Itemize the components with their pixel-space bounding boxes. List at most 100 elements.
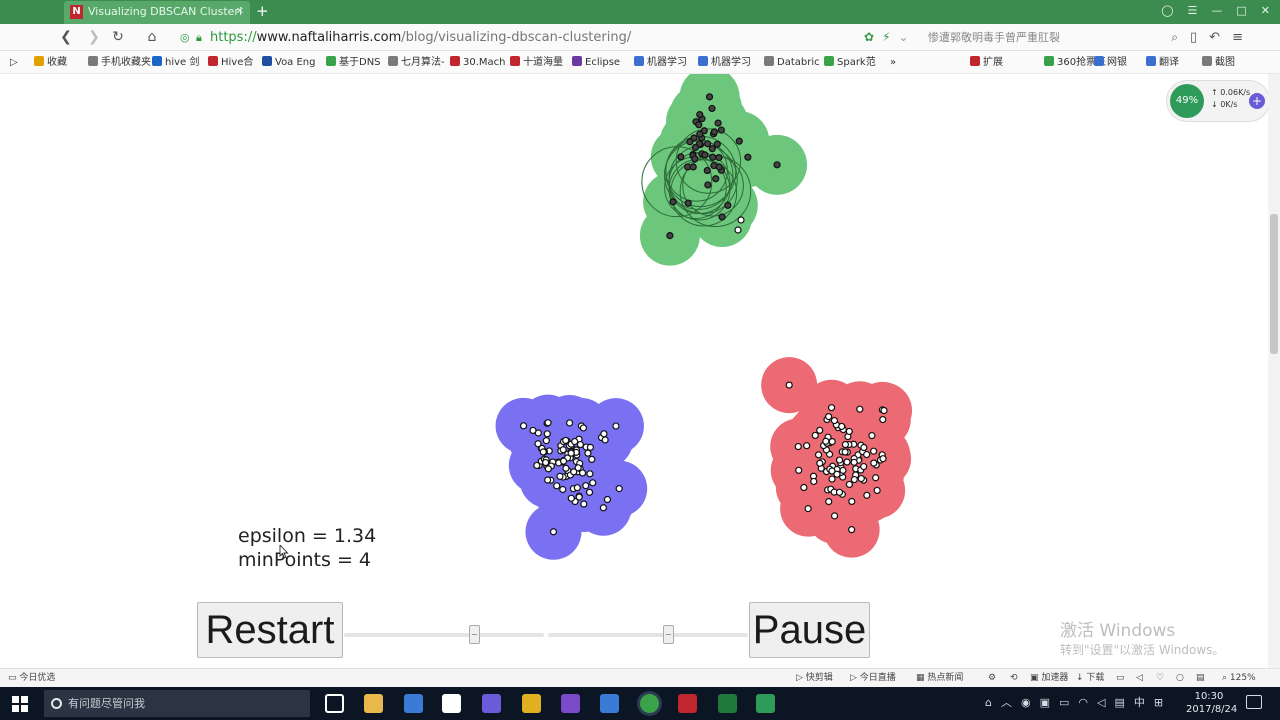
bookmark-item[interactable]: 七月算法-	[388, 56, 445, 70]
status-item-2[interactable]: ▷ 今日直播	[850, 669, 896, 687]
vertical-scrollbar[interactable]	[1268, 74, 1280, 668]
pause-button[interactable]: Pause	[749, 602, 870, 658]
bookmark-item[interactable]: Hive合	[208, 56, 253, 70]
new-tab-icon[interactable]: +	[256, 2, 269, 20]
skin-icon[interactable]: ◯	[1161, 2, 1173, 20]
bookmark-item[interactable]: Spark范	[824, 56, 876, 70]
status-item-1[interactable]: ▷ 快剪辑	[796, 669, 833, 687]
search-box[interactable]: 惨遭郭敬明毒手曾严重肛裂 ⌕	[922, 27, 1184, 48]
battery-icon[interactable]: ▭	[1059, 695, 1069, 711]
data-point	[580, 500, 588, 508]
excel-icon[interactable]	[718, 694, 737, 713]
scrollbar-thumb[interactable]	[1270, 214, 1278, 354]
compat-mode-icon[interactable]: ✿	[864, 27, 874, 48]
epsilon-slider[interactable]	[344, 625, 544, 644]
reload-icon[interactable]: ↻	[108, 27, 128, 47]
ime-mode-icon[interactable]: ⊞	[1154, 695, 1163, 711]
network-speed-widget[interactable]: 49% ↑ 0.06K/s ↓ 0K/s +	[1166, 80, 1270, 122]
bookmark-favicon-icon	[572, 56, 582, 66]
bookmark-item[interactable]: 机器学习	[698, 56, 751, 70]
cortana-search[interactable]: 有问题尽管问我	[44, 690, 310, 717]
bookmark-item[interactable]: Databric	[764, 56, 820, 70]
bookmarks-more-icon[interactable]: »	[890, 56, 896, 70]
bookmark-item[interactable]: 机器学习	[634, 56, 687, 70]
home-icon[interactable]: ⌂	[142, 27, 162, 47]
tab-close-icon[interactable]: ✕	[236, 1, 244, 23]
todays-picks[interactable]: ▭ 今日优选	[8, 669, 55, 687]
tray-app2-icon[interactable]: ▣	[1040, 695, 1050, 711]
data-point	[712, 175, 720, 183]
status-layout-icon[interactable]: ▤	[1196, 669, 1205, 687]
app-green-icon[interactable]	[756, 694, 775, 713]
minpoints-slider[interactable]	[548, 625, 748, 644]
windows-taskbar: 有问题尽管问我 ⌂ ︿ ◉ ▣ ▭ ◠ ◁ ▤ 中 ⊞ 10:30 2017/8…	[0, 687, 1280, 720]
notification-center-icon[interactable]	[1246, 695, 1262, 709]
tray-up-icon[interactable]: ︿	[1001, 695, 1012, 711]
wifi-icon[interactable]: ◠	[1078, 695, 1088, 711]
status-refresh-icon[interactable]: ⟲	[1010, 669, 1018, 687]
file-explorer-icon[interactable]	[364, 694, 383, 713]
forward-icon[interactable]: ❯	[84, 27, 104, 47]
data-point	[724, 201, 732, 209]
task-view-icon[interactable]	[325, 694, 344, 713]
minpoints-slider-handle[interactable]	[663, 625, 674, 644]
accelerator[interactable]: ▣ 加速器	[1030, 669, 1068, 687]
bookmark-item[interactable]: Voa Eng	[262, 56, 316, 70]
windows-start-icon[interactable]	[12, 696, 28, 712]
close-window-icon[interactable]: ✕	[1261, 2, 1270, 20]
bookmark-item[interactable]: 30.Mach	[450, 56, 506, 70]
volume-icon[interactable]: ◁	[1097, 695, 1105, 711]
keyboard-icon[interactable]: ▤	[1114, 695, 1124, 711]
search-icon[interactable]: ⌕	[1171, 27, 1178, 48]
undo-icon[interactable]: ↶	[1209, 27, 1220, 48]
download-value: 0K/s	[1220, 100, 1238, 109]
restart-button[interactable]: Restart	[197, 602, 343, 658]
maximize-icon[interactable]: □	[1236, 2, 1246, 20]
store-icon[interactable]	[442, 694, 461, 713]
dropdown-icon[interactable]: ⌄	[899, 27, 909, 48]
tray-app-icon[interactable]: ◉	[1021, 695, 1031, 711]
clock[interactable]: 10:30 2017/8/24	[1186, 690, 1237, 716]
data-point	[868, 431, 876, 440]
toolbar-extension[interactable]: 扩展	[970, 56, 1003, 70]
lightning-icon[interactable]: ⚡	[882, 27, 890, 48]
toolbar-extension[interactable]: 截图	[1202, 56, 1235, 70]
bookmark-item[interactable]: Eclipse	[572, 56, 620, 70]
edge-icon[interactable]	[404, 694, 423, 713]
bookmark-item[interactable]: hive 剑	[152, 56, 199, 70]
bookmark-item[interactable]: 收藏	[34, 56, 67, 70]
app-vs-icon[interactable]	[561, 694, 580, 713]
sidebar-toggle-icon[interactable]: ▷	[10, 56, 18, 70]
bookmark-icon[interactable]: ▯	[1190, 27, 1197, 48]
menu-icon[interactable]: ☰	[1188, 2, 1198, 20]
toolbar-extension[interactable]: 翻译	[1146, 56, 1179, 70]
more-icon[interactable]: ≡	[1232, 27, 1243, 48]
status-gear-icon[interactable]: ⚙	[988, 669, 996, 687]
status-lightbulb-icon[interactable]: ○	[1176, 669, 1184, 687]
status-heart-icon[interactable]: ♡	[1156, 669, 1164, 687]
status-item-3[interactable]: ▦ 热点新闻	[916, 669, 963, 687]
data-point	[582, 482, 590, 490]
toolbar-extension[interactable]: 网银	[1094, 56, 1127, 70]
people-icon[interactable]: ⌂	[985, 695, 992, 711]
status-sound-icon[interactable]: ◁	[1136, 669, 1143, 687]
chrome-icon[interactable]	[522, 694, 541, 713]
browser-360-icon[interactable]	[640, 694, 659, 713]
bookmark-item[interactable]: 基于DNS	[326, 56, 381, 70]
status-zoom-icon[interactable]: ⌕ 125%	[1222, 669, 1256, 687]
data-point	[744, 153, 752, 161]
minimize-icon[interactable]: —	[1211, 2, 1222, 20]
back-icon[interactable]: ❮	[56, 27, 76, 47]
app-red-icon[interactable]	[678, 694, 697, 713]
tab-active[interactable]: N Visualizing DBSCAN Clusteri ✕	[64, 1, 250, 24]
bookmark-item[interactable]: 手机收藏夹	[88, 56, 151, 70]
bookmark-item[interactable]: 十道海量	[510, 56, 563, 70]
boost-icon[interactable]: +	[1249, 93, 1265, 109]
status-screen-icon[interactable]: ▭	[1116, 669, 1125, 687]
ime-indicator[interactable]: 中	[1134, 695, 1145, 711]
app-blue-icon[interactable]	[600, 694, 619, 713]
download-item[interactable]: ↓ 下载	[1076, 669, 1104, 687]
url-field[interactable]: ◎ 🔒︎ https://www.naftaliharris.com/blog/…	[174, 27, 908, 48]
app-purple-icon[interactable]	[482, 694, 501, 713]
epsilon-slider-handle[interactable]	[469, 625, 480, 644]
